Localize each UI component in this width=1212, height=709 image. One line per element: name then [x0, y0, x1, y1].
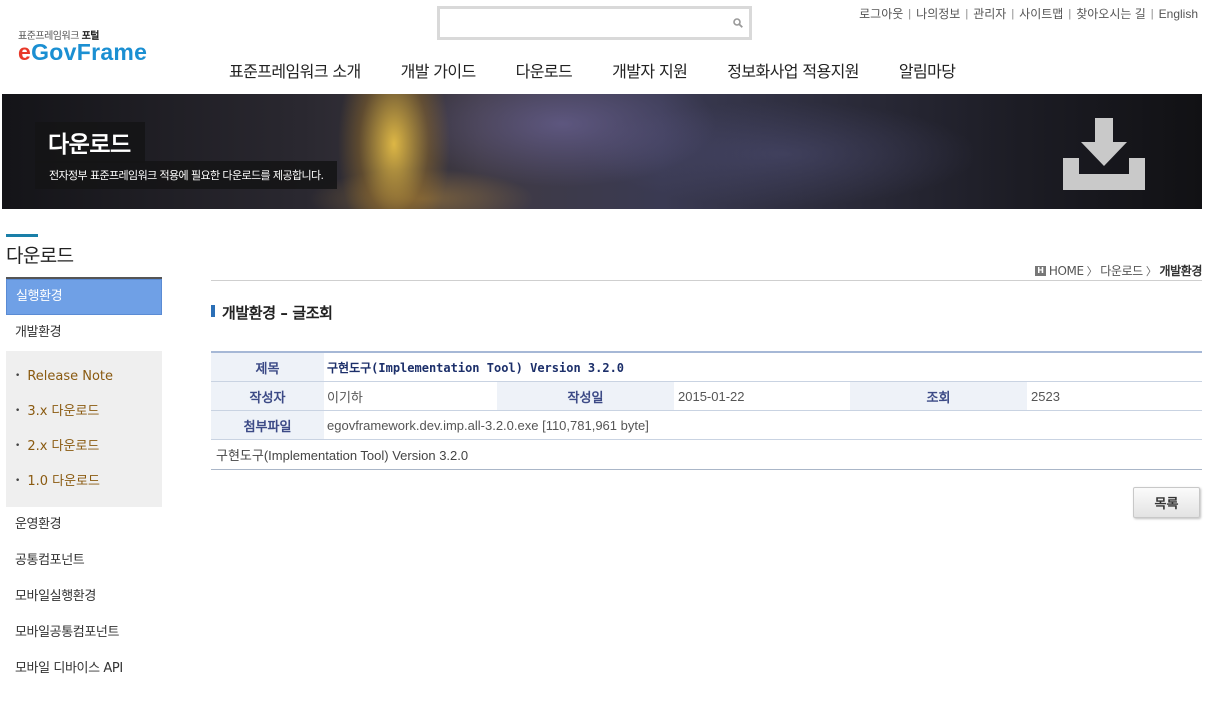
sidebar-item-runtime[interactable]: 실행환경: [6, 279, 162, 315]
english-link[interactable]: English: [1159, 7, 1198, 21]
author-label: 작성자: [211, 382, 324, 410]
chevron-right-icon: 〉: [1086, 264, 1098, 278]
table-row: 제목 구현도구(Implementation Tool) Version 3.2…: [211, 353, 1202, 382]
logout-link[interactable]: 로그아웃: [859, 5, 903, 22]
gnb-item-dev-support[interactable]: 개발자 지원: [612, 58, 688, 82]
list-button[interactable]: 목록: [1133, 487, 1200, 518]
breadcrumb: H HOME 〉 다운로드 〉 개발환경: [1034, 262, 1202, 279]
search-input[interactable]: [440, 9, 720, 37]
gnb-item-intro[interactable]: 표준프레임워크 소개: [229, 58, 361, 82]
sidebar-item-common-component[interactable]: 공통컴포넌트: [6, 543, 162, 579]
breadcrumb-current: 개발환경: [1159, 264, 1202, 278]
gnb-item-dev-guide[interactable]: 개발 가이드: [401, 58, 477, 82]
download-icon: [1063, 118, 1145, 190]
utility-links: 로그아웃 | 나의정보 | 관리자 | 사이트맵 | 찾아오시는 길 | Eng…: [859, 5, 1198, 22]
post-content-text: 구현도구(Implementation Tool) Version 3.2.0: [216, 448, 469, 463]
search-box: [437, 6, 752, 40]
divider: |: [965, 7, 969, 20]
sidebar-item-mobile-device-api[interactable]: 모바일 디바이스 API: [6, 651, 162, 687]
bullet-icon: •: [15, 371, 21, 381]
side-nav: 다운로드 실행환경 개발환경 • Release Note • 3.x 다운로드 •…: [6, 234, 162, 687]
sidebar-item-ops-env[interactable]: 운영환경: [6, 507, 162, 543]
subject-value: 구현도구(Implementation Tool) Version 3.2.0: [327, 360, 625, 375]
side-nav-title: 다운로드: [6, 245, 74, 267]
page-banner: 다운로드 전자정부 표준프레임워크 적용에 필요한 다운로드를 제공합니다.: [2, 94, 1202, 209]
attachment-link[interactable]: egovframework.dev.imp.all-3.2.0.exe [110…: [324, 411, 1202, 439]
directions-link[interactable]: 찾아오시는 길: [1076, 5, 1146, 22]
page-title-text: 개발환경 – 글조회: [222, 304, 333, 322]
chevron-right-icon: 〉: [1145, 264, 1157, 278]
sidebar-item-mobile-runtime[interactable]: 모바일실행환경: [6, 579, 162, 615]
side-nav-accent: [6, 234, 38, 237]
divider: [211, 280, 1202, 281]
page-title: 개발환경 – 글조회: [211, 302, 333, 323]
table-row: 작성자 이기하 작성일 2015-01-22 조회 2523: [211, 382, 1202, 411]
main-nav: 표준프레임워크 소개 개발 가이드 다운로드 개발자 지원 정보화사업 적용지원…: [229, 58, 995, 82]
home-icon: H: [1034, 265, 1046, 276]
divider: |: [908, 7, 912, 20]
sidebar-item-dev-env[interactable]: 개발환경: [6, 315, 162, 351]
sidebar-item-mobile-common[interactable]: 모바일공통컴포넌트: [6, 615, 162, 651]
divider: |: [1150, 7, 1154, 20]
gnb-item-project-support[interactable]: 정보화사업 적용지원: [727, 58, 859, 82]
sidebar-subitem-release-note[interactable]: • Release Note: [6, 359, 162, 394]
sidebar-subitem-2x[interactable]: • 2.x 다운로드: [6, 429, 162, 464]
views-value: 2523: [1031, 388, 1060, 404]
attachment-label: 첨부파일: [211, 411, 324, 439]
breadcrumb-download[interactable]: 다운로드: [1100, 262, 1143, 279]
banner-title: 다운로드: [35, 122, 145, 163]
banner-description: 전자정부 표준프레임워크 적용에 필요한 다운로드를 제공합니다.: [35, 161, 338, 189]
views-label: 조회: [850, 382, 1027, 410]
date-value: 2015-01-22: [678, 388, 745, 404]
post-content: 구현도구(Implementation Tool) Version 3.2.0: [211, 440, 1202, 470]
sidebar-submenu: • Release Note • 3.x 다운로드 • 2.x 다운로드 • 1.0 다…: [6, 351, 162, 507]
logo-wordmark: eGovFrame: [18, 39, 148, 65]
bullet-icon: •: [15, 476, 21, 486]
divider: |: [1011, 7, 1015, 20]
author-value: 이기하: [327, 389, 363, 405]
my-info-link[interactable]: 나의정보: [916, 5, 960, 22]
post-detail-table: 제목 구현도구(Implementation Tool) Version 3.2…: [211, 351, 1202, 470]
subject-label: 제목: [211, 353, 324, 381]
site-logo[interactable]: 표준프레임워크 포털 eGovFrame: [18, 27, 147, 66]
gnb-item-download[interactable]: 다운로드: [516, 58, 573, 82]
sidebar-subitem-10[interactable]: • 1.0 다운로드: [6, 464, 162, 499]
sidebar-subitem-3x[interactable]: • 3.x 다운로드: [6, 394, 162, 429]
breadcrumb-home[interactable]: HOME: [1049, 264, 1084, 278]
divider: |: [1068, 7, 1072, 20]
title-bar-icon: [211, 304, 215, 317]
search-icon[interactable]: [733, 18, 743, 28]
bullet-icon: •: [15, 406, 21, 416]
admin-link[interactable]: 관리자: [973, 5, 1006, 22]
table-row: 첨부파일 egovframework.dev.imp.all-3.2.0.exe…: [211, 411, 1202, 440]
date-label: 작성일: [497, 382, 674, 410]
bullet-icon: •: [15, 441, 21, 451]
sitemap-link[interactable]: 사이트맵: [1019, 5, 1063, 22]
gnb-item-notice[interactable]: 알림마당: [899, 58, 956, 82]
